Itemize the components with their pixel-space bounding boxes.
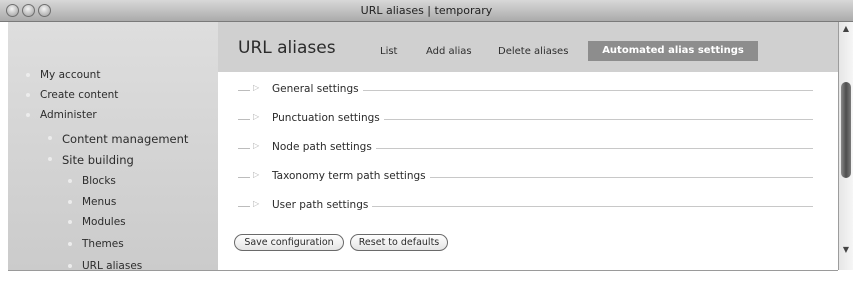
fieldset-user-path-settings[interactable]: ▷ User path settings: [238, 199, 813, 213]
fieldset-taxonomy-term-path-settings[interactable]: ▷ Taxonomy term path settings: [238, 170, 813, 184]
bullet-icon: [68, 200, 72, 204]
scrollbar-thumb[interactable]: [841, 82, 851, 178]
divider: [238, 177, 250, 178]
sidebar-item-create-content[interactable]: Create content: [26, 89, 119, 101]
fieldset-legend[interactable]: Punctuation settings: [272, 112, 384, 124]
sidebar: My account Create content Administer Con…: [8, 22, 218, 272]
fieldset-legend[interactable]: General settings: [272, 83, 363, 95]
reset-to-defaults-button[interactable]: Reset to defaults: [350, 234, 448, 251]
bullet-icon: [48, 157, 52, 161]
bullet-icon: [26, 93, 30, 97]
fieldset-legend[interactable]: Node path settings: [272, 141, 376, 153]
bullet-icon: [26, 113, 30, 117]
bullet-icon: [26, 73, 30, 77]
bullet-icon: [48, 136, 52, 140]
tab-add-alias[interactable]: Add alias: [426, 46, 472, 57]
divider: [238, 90, 250, 91]
sidebar-item-blocks[interactable]: Blocks: [68, 175, 116, 187]
fieldset-general-settings[interactable]: ▷ General settings: [238, 83, 813, 97]
sidebar-item-content-management[interactable]: Content management: [48, 132, 189, 146]
triangle-right-icon[interactable]: ▷: [253, 112, 259, 121]
page-title: URL aliases: [238, 38, 336, 58]
sidebar-item-label: Menus: [82, 196, 117, 208]
sidebar-item-label: Content management: [62, 132, 189, 146]
divider: [238, 148, 250, 149]
title-bar: URL aliases | temporary: [0, 0, 853, 22]
triangle-right-icon[interactable]: ▷: [253, 170, 259, 179]
sidebar-item-themes[interactable]: Themes: [68, 238, 124, 250]
sidebar-item-site-building[interactable]: Site building: [48, 153, 134, 167]
browser-window: URL aliases | temporary My account Creat…: [0, 0, 853, 292]
main-content: URL aliases List Add alias Delete aliase…: [218, 22, 838, 270]
vertical-scrollbar[interactable]: ▲ ▼: [838, 22, 853, 270]
fieldset-punctuation-settings[interactable]: ▷ Punctuation settings: [238, 112, 813, 126]
scroll-up-icon[interactable]: ▲: [841, 24, 851, 33]
sidebar-item-administer[interactable]: Administer: [26, 109, 97, 121]
fieldset-node-path-settings[interactable]: ▷ Node path settings: [238, 141, 813, 155]
fieldset-legend[interactable]: User path settings: [272, 199, 373, 211]
sidebar-item-modules[interactable]: Modules: [68, 216, 126, 228]
divider: [238, 119, 250, 120]
fieldset-legend[interactable]: Taxonomy term path settings: [272, 170, 430, 182]
save-configuration-button[interactable]: Save configuration: [234, 234, 344, 251]
window-title: URL aliases | temporary: [360, 4, 493, 17]
triangle-right-icon[interactable]: ▷: [253, 83, 259, 92]
sidebar-item-label: Modules: [82, 216, 126, 228]
triangle-right-icon[interactable]: ▷: [253, 199, 259, 208]
bullet-icon: [68, 220, 72, 224]
sidebar-item-label: Themes: [82, 238, 124, 250]
tab-delete-aliases[interactable]: Delete aliases: [498, 46, 568, 57]
tab-automated-alias-settings[interactable]: Automated alias settings: [588, 41, 758, 61]
triangle-right-icon[interactable]: ▷: [253, 141, 259, 150]
sidebar-item-label: My account: [40, 69, 101, 81]
scroll-down-icon[interactable]: ▼: [841, 245, 851, 254]
page-header: URL aliases List Add alias Delete aliase…: [218, 22, 838, 72]
divider: [238, 206, 250, 207]
bullet-icon: [68, 264, 72, 268]
bullet-icon: [68, 242, 72, 246]
bullet-icon: [68, 179, 72, 183]
window-bottom-edge: [8, 270, 838, 292]
sidebar-item-label: Blocks: [82, 175, 116, 187]
tab-list[interactable]: List: [380, 46, 397, 57]
sidebar-item-my-account[interactable]: My account: [26, 69, 101, 81]
sidebar-item-label: Administer: [40, 109, 97, 121]
sidebar-item-label: Create content: [40, 89, 119, 101]
sidebar-item-label: Site building: [62, 153, 134, 167]
sidebar-item-menus[interactable]: Menus: [68, 196, 117, 208]
